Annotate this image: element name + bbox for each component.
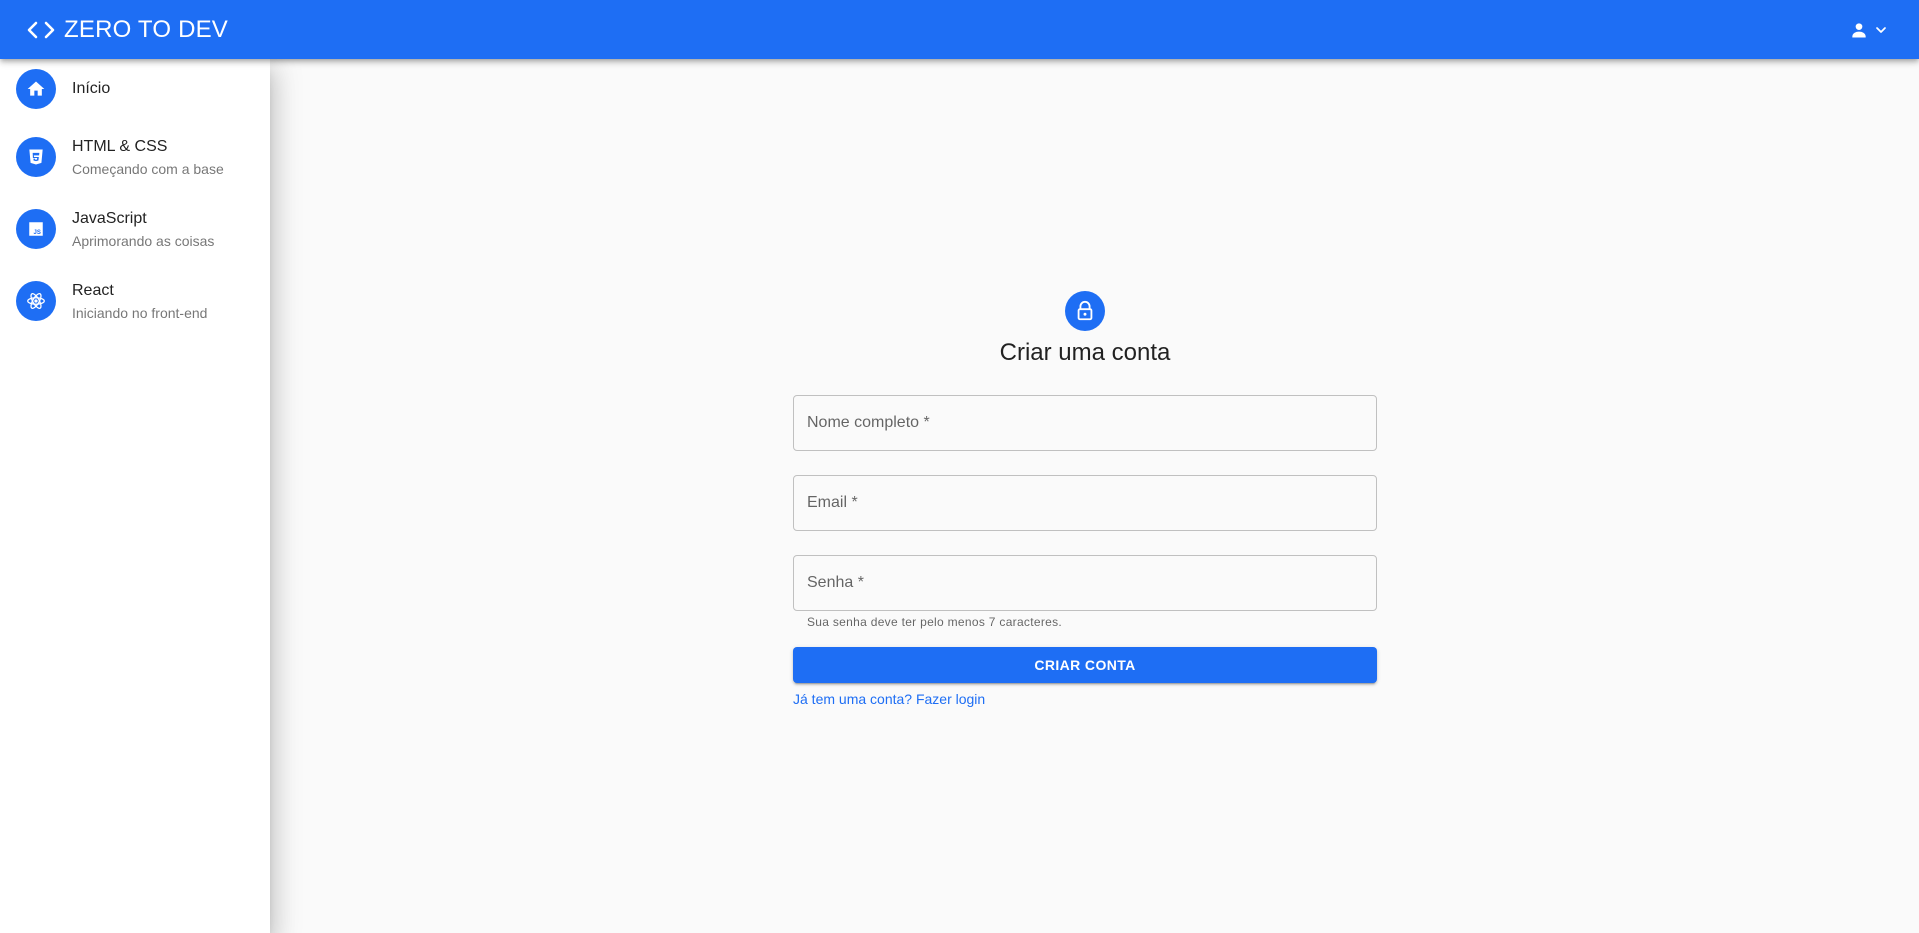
app-title: ZERO TO DEV [64,15,229,43]
create-account-button[interactable]: CRIAR CONTA [793,647,1377,684]
email-field[interactable] [793,475,1377,532]
password-input[interactable] [794,556,1376,611]
react-icon [16,281,56,321]
sidebar-item-sublabel: Iniciando no front-end [72,304,208,321]
password-field[interactable] [793,555,1377,612]
signup-form: Criar uma conta Sua senha deve ter pelo … [793,291,1377,707]
login-link[interactable]: Já tem uma conta? Fazer login [793,691,1377,707]
sidebar-item-sublabel: Começando com a base [72,160,224,177]
home-icon [16,69,56,109]
main-content: Criar uma conta Sua senha deve ter pelo … [270,59,1919,933]
full-name-field[interactable] [793,395,1377,452]
form-title: Criar uma conta [999,339,1171,366]
sidebar-item-html-css[interactable]: HTML & CSS Começando com a base [0,121,270,193]
email-input[interactable] [794,476,1376,531]
full-name-input[interactable] [794,396,1376,451]
svg-text:JS: JS [34,230,41,236]
sidebar-item-inicio[interactable]: Início [0,57,270,121]
lock-icon [1065,291,1105,331]
html5-icon [16,137,56,177]
sidebar-item-label: HTML & CSS [72,137,168,155]
sidebar-item-react[interactable]: React Iniciando no front-end [0,265,270,337]
javascript-icon: JS [16,209,56,249]
code-icon [26,18,56,42]
sidebar-item-label: React [72,281,114,299]
sidebar-item-sublabel: Aprimorando as coisas [72,232,215,249]
app-bar: ZERO TO DEV [0,0,1919,59]
brand-link[interactable]: ZERO TO DEV [26,16,228,44]
chevron-down-icon [1873,22,1889,38]
sidebar-item-label: Início [72,80,111,97]
sidebar: Início HTML & CSS Começando com a base J… [0,59,270,933]
sidebar-item-javascript[interactable]: JS JavaScript Aprimorando as coisas [0,193,270,265]
password-helper-text: Sua senha deve ter pelo menos 7 caracter… [807,615,1063,630]
person-icon [1849,20,1869,40]
account-menu-button[interactable] [1843,14,1895,46]
sidebar-item-label: JavaScript [72,209,147,227]
